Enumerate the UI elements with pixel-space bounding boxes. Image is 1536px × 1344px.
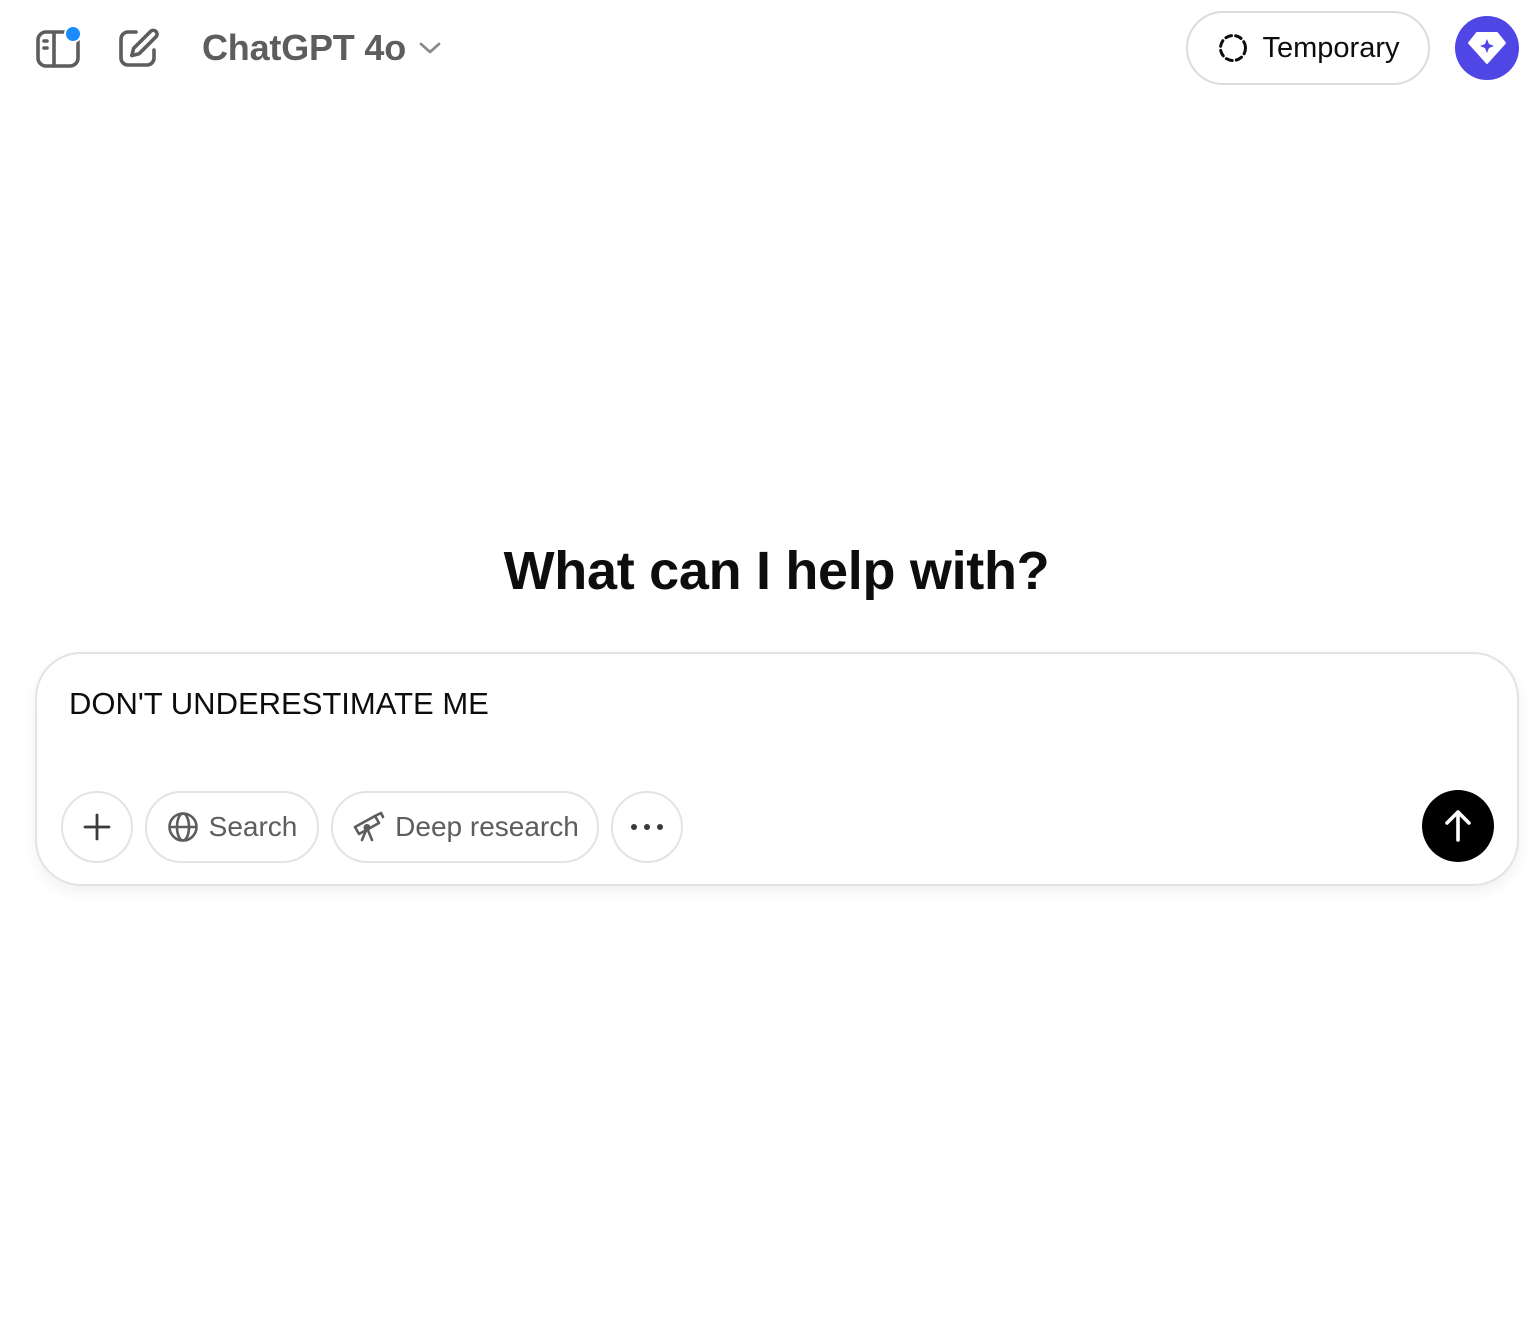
page-title: What can I help with? [503, 541, 1050, 601]
telescope-icon [351, 811, 385, 843]
new-chat-button[interactable] [112, 22, 164, 74]
composer: Search Deep research [35, 652, 1519, 886]
deep-research-label: Deep research [395, 811, 579, 842]
diamond-sparkle-icon [1467, 30, 1507, 66]
arrow-up-icon [1443, 809, 1473, 843]
plus-icon [82, 812, 112, 842]
model-name: ChatGPT 4o [202, 27, 407, 68]
notification-dot [64, 25, 82, 43]
attach-button[interactable] [61, 791, 133, 863]
dashed-circle-icon [1217, 32, 1249, 64]
globe-icon [167, 811, 199, 843]
temporary-chat-button[interactable]: Temporary [1186, 11, 1430, 85]
search-label: Search [208, 811, 298, 842]
more-tools-button[interactable] [611, 791, 683, 863]
temporary-label: Temporary [1262, 31, 1400, 64]
upgrade-button[interactable] [1455, 16, 1519, 80]
send-button[interactable] [1422, 790, 1494, 862]
prompt-input[interactable] [69, 682, 1429, 726]
sidebar-toggle-button[interactable] [30, 22, 86, 74]
ellipsis-icon [630, 823, 664, 831]
top-bar: ChatGPT 4o Temporary [0, 0, 1536, 100]
new-chat-icon [117, 27, 159, 69]
deep-research-button[interactable]: Deep research [331, 791, 599, 863]
chevron-down-icon [418, 40, 442, 56]
model-selector[interactable]: ChatGPT 4o [196, 22, 448, 74]
search-button[interactable]: Search [145, 791, 319, 863]
